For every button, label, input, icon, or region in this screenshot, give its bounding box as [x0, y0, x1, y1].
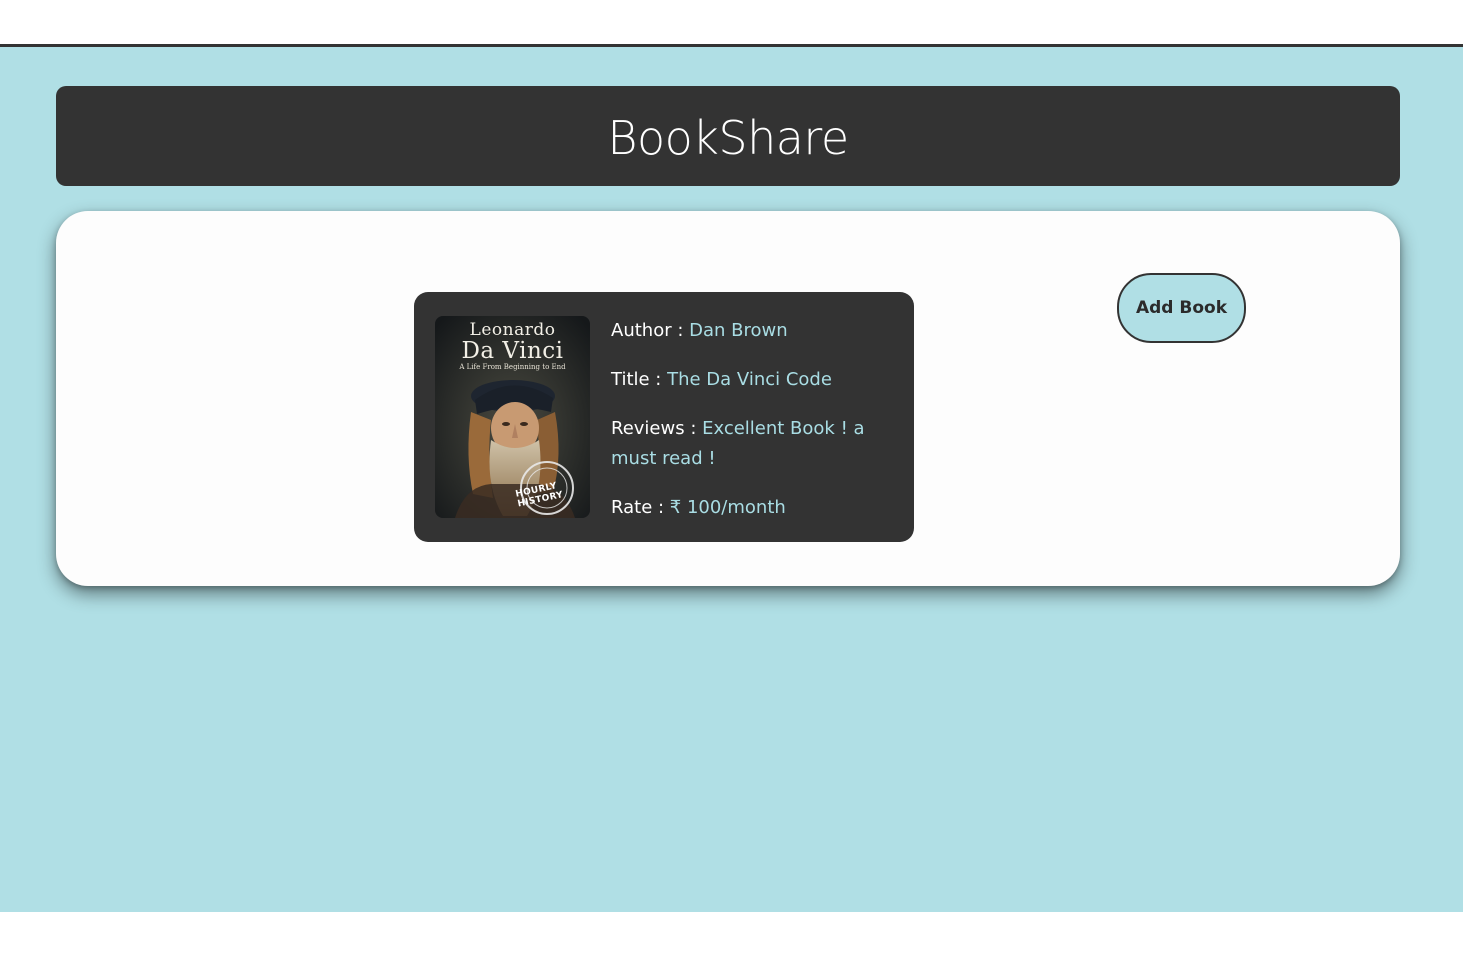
book-card[interactable]: Leonardo Da Vinci A Life From Beginning …: [414, 292, 914, 542]
cover-subtitle: A Life From Beginning to End: [459, 363, 566, 371]
header-bar: BookShare: [56, 86, 1400, 186]
top-strip: [0, 0, 1463, 47]
cover-title-line2: Da Vinci: [461, 338, 564, 364]
cover-title-line1: Leonardo: [469, 320, 556, 340]
app-title: BookShare: [607, 111, 849, 165]
reviews-row: Reviews : Excellent Book ! a must read !: [611, 414, 896, 474]
main-panel: Leonardo Da Vinci A Life From Beginning …: [56, 211, 1400, 586]
title-row: Title : The Da Vinci Code: [611, 365, 896, 395]
title-value: The Da Vinci Code: [667, 369, 832, 390]
rate-row: Rate : ₹ 100/month: [611, 493, 896, 523]
author-value: Dan Brown: [689, 320, 788, 341]
title-label: Title :: [611, 369, 668, 390]
book-cover-image: Leonardo Da Vinci A Life From Beginning …: [435, 316, 590, 518]
page-area: BookShare Leonardo Da Vinci A Life From …: [0, 47, 1463, 912]
author-row: Author : Dan Brown: [611, 316, 896, 346]
add-book-button[interactable]: Add Book: [1117, 273, 1246, 343]
rate-label: Rate :: [611, 497, 670, 518]
reviews-label: Reviews :: [611, 418, 703, 439]
book-details: Author : Dan Brown Title : The Da Vinci …: [611, 316, 896, 542]
author-label: Author :: [611, 320, 690, 341]
rate-value: ₹ 100/month: [669, 497, 786, 518]
